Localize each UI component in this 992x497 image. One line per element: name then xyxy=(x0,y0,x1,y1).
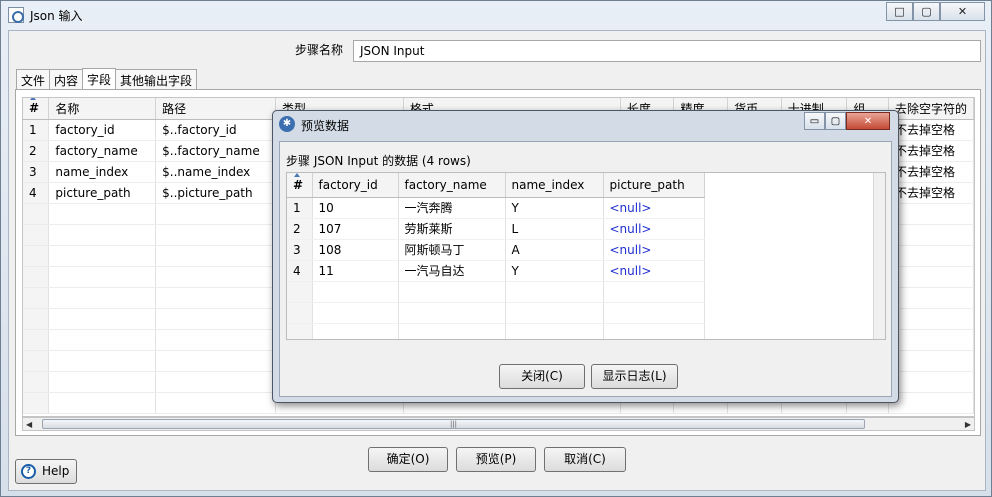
step-name-label: 步骤名称 xyxy=(295,43,344,57)
picture-path-cell: <null> xyxy=(603,197,705,219)
table-row[interactable]: 3 108 阿斯顿马丁 A <null> xyxy=(287,239,705,261)
preview-title-bar[interactable]: ✱ 预览数据 ▭ ▢ ✕ xyxy=(273,111,898,137)
col-header-index[interactable]: # xyxy=(23,98,50,120)
scroll-right-arrow-icon[interactable]: ▶ xyxy=(965,420,971,429)
preview-maximize-button[interactable]: ▢ xyxy=(825,112,846,130)
factory-id-cell: 11 xyxy=(312,260,399,282)
empty-row xyxy=(287,281,705,303)
factory-id-cell: 10 xyxy=(312,197,399,219)
sort-indicator-icon: # xyxy=(293,173,304,192)
preview-window-controls: ▭ ▢ ✕ xyxy=(804,112,890,130)
step-name-input[interactable]: JSON Input xyxy=(353,40,981,62)
col-header-path[interactable]: 路径 xyxy=(155,98,276,120)
app-icon xyxy=(8,7,24,23)
empty-row xyxy=(287,302,705,324)
factory-name-cell: 一汽奔腾 xyxy=(398,197,506,219)
factory-name-cell: 劳斯莱斯 xyxy=(398,218,506,240)
field-name-cell[interactable]: name_index xyxy=(48,161,157,183)
col-header-trim[interactable]: 去除空字符的 xyxy=(888,98,974,120)
row-number: 2 xyxy=(287,218,313,240)
col-header-name[interactable]: 名称 xyxy=(48,98,157,120)
preview-title: 预览数据 xyxy=(301,119,350,133)
ok-button[interactable]: 确定(O) xyxy=(368,447,448,472)
row-number: 1 xyxy=(287,197,313,219)
table-row[interactable]: 2 107 劳斯莱斯 L <null> xyxy=(287,218,705,240)
window-title: Json 输入 xyxy=(30,9,83,23)
field-name-cell[interactable]: picture_path xyxy=(48,182,157,204)
tab-content[interactable]: 内容 xyxy=(49,69,84,89)
maximize-button[interactable]: ▢ xyxy=(913,2,940,21)
field-trim-cell[interactable]: 不去掉空格 xyxy=(888,182,974,204)
preview-col-header-factory-id[interactable]: factory_id xyxy=(312,173,399,198)
help-icon: ? xyxy=(21,464,36,479)
cancel-button[interactable]: 取消(C) xyxy=(544,447,626,472)
preview-col-header-name-index[interactable]: name_index xyxy=(505,173,604,198)
tab-file[interactable]: 文件 xyxy=(16,69,51,89)
picture-path-cell: <null> xyxy=(603,260,705,282)
tab-strip: 文件 内容 字段 其他输出字段 xyxy=(16,68,198,90)
name-index-cell: Y xyxy=(505,197,604,219)
row-number: 3 xyxy=(287,239,313,261)
row-number: 3 xyxy=(23,161,50,183)
field-trim-cell[interactable]: 不去掉空格 xyxy=(888,161,974,183)
vertical-scrollbar[interactable] xyxy=(873,173,885,339)
field-path-cell[interactable]: $..name_index xyxy=(155,161,276,183)
row-number: 4 xyxy=(23,182,50,204)
preview-col-header-index[interactable]: # xyxy=(287,173,313,198)
empty-row xyxy=(287,323,705,339)
field-path-cell[interactable]: $..picture_path xyxy=(155,182,276,204)
preview-col-header-factory-name[interactable]: factory_name xyxy=(398,173,506,198)
factory-name-cell: 一汽马自达 xyxy=(398,260,506,282)
minimize-button[interactable]: □ xyxy=(886,2,913,21)
field-name-cell[interactable]: factory_id xyxy=(48,119,157,141)
kettle-icon: ✱ xyxy=(279,116,295,132)
help-label: Help xyxy=(42,464,70,478)
close-preview-button[interactable]: 关闭(C) xyxy=(499,364,585,389)
field-trim-cell[interactable]: 不去掉空格 xyxy=(888,140,974,162)
preview-col-header-picture-path[interactable]: picture_path xyxy=(603,173,705,198)
row-number: 1 xyxy=(23,119,50,141)
preview-client-area: 步骤 JSON Input 的数据 (4 rows) # factory_id … xyxy=(279,141,892,397)
tab-fields[interactable]: 字段 xyxy=(82,68,117,90)
factory-name-cell: 阿斯顿马丁 xyxy=(398,239,506,261)
picture-path-cell: <null> xyxy=(603,218,705,240)
preview-header-row: # factory_id factory_name name_index pic… xyxy=(287,173,705,198)
show-log-button[interactable]: 显示日志(L) xyxy=(591,364,678,389)
tab-other-output-fields[interactable]: 其他输出字段 xyxy=(115,69,198,89)
window-controls: □ ▢ ✕ xyxy=(886,2,985,21)
row-number: 2 xyxy=(23,140,50,162)
field-path-cell[interactable]: $..factory_id xyxy=(155,119,276,141)
scroll-left-arrow-icon[interactable]: ◀ xyxy=(26,420,32,429)
picture-path-cell: <null> xyxy=(603,239,705,261)
table-row[interactable]: 4 11 一汽马自达 Y <null> xyxy=(287,260,705,282)
field-name-cell[interactable]: factory_name xyxy=(48,140,157,162)
name-index-cell: A xyxy=(505,239,604,261)
preview-data-dialog: ✱ 预览数据 ▭ ▢ ✕ 步骤 JSON Input 的数据 (4 rows) … xyxy=(272,110,899,403)
sort-indicator-icon: # xyxy=(29,98,40,116)
field-trim-cell[interactable]: 不去掉空格 xyxy=(888,119,974,141)
title-bar[interactable]: Json 输入 □ ▢ ✕ xyxy=(1,1,991,29)
preview-close-x-button[interactable]: ✕ xyxy=(846,112,890,130)
table-row[interactable]: 1 10 一汽奔腾 Y <null> xyxy=(287,197,705,219)
horizontal-scrollbar[interactable]: ◀ ||| ▶ xyxy=(22,417,975,431)
preview-caption: 步骤 JSON Input 的数据 (4 rows) xyxy=(286,154,471,168)
preview-button[interactable]: 预览(P) xyxy=(456,447,536,472)
preview-minimize-button[interactable]: ▭ xyxy=(804,112,825,130)
factory-id-cell: 108 xyxy=(312,239,399,261)
field-path-cell[interactable]: $..factory_name xyxy=(155,140,276,162)
name-index-cell: Y xyxy=(505,260,604,282)
help-button[interactable]: ? Help xyxy=(15,459,77,484)
scroll-thumb[interactable]: ||| xyxy=(42,419,865,429)
preview-grid[interactable]: # factory_id factory_name name_index pic… xyxy=(286,172,886,340)
name-index-cell: L xyxy=(505,218,604,240)
close-window-button[interactable]: ✕ xyxy=(940,2,985,21)
preview-table: # factory_id factory_name name_index pic… xyxy=(287,173,705,339)
row-number: 4 xyxy=(287,260,313,282)
factory-id-cell: 107 xyxy=(312,218,399,240)
